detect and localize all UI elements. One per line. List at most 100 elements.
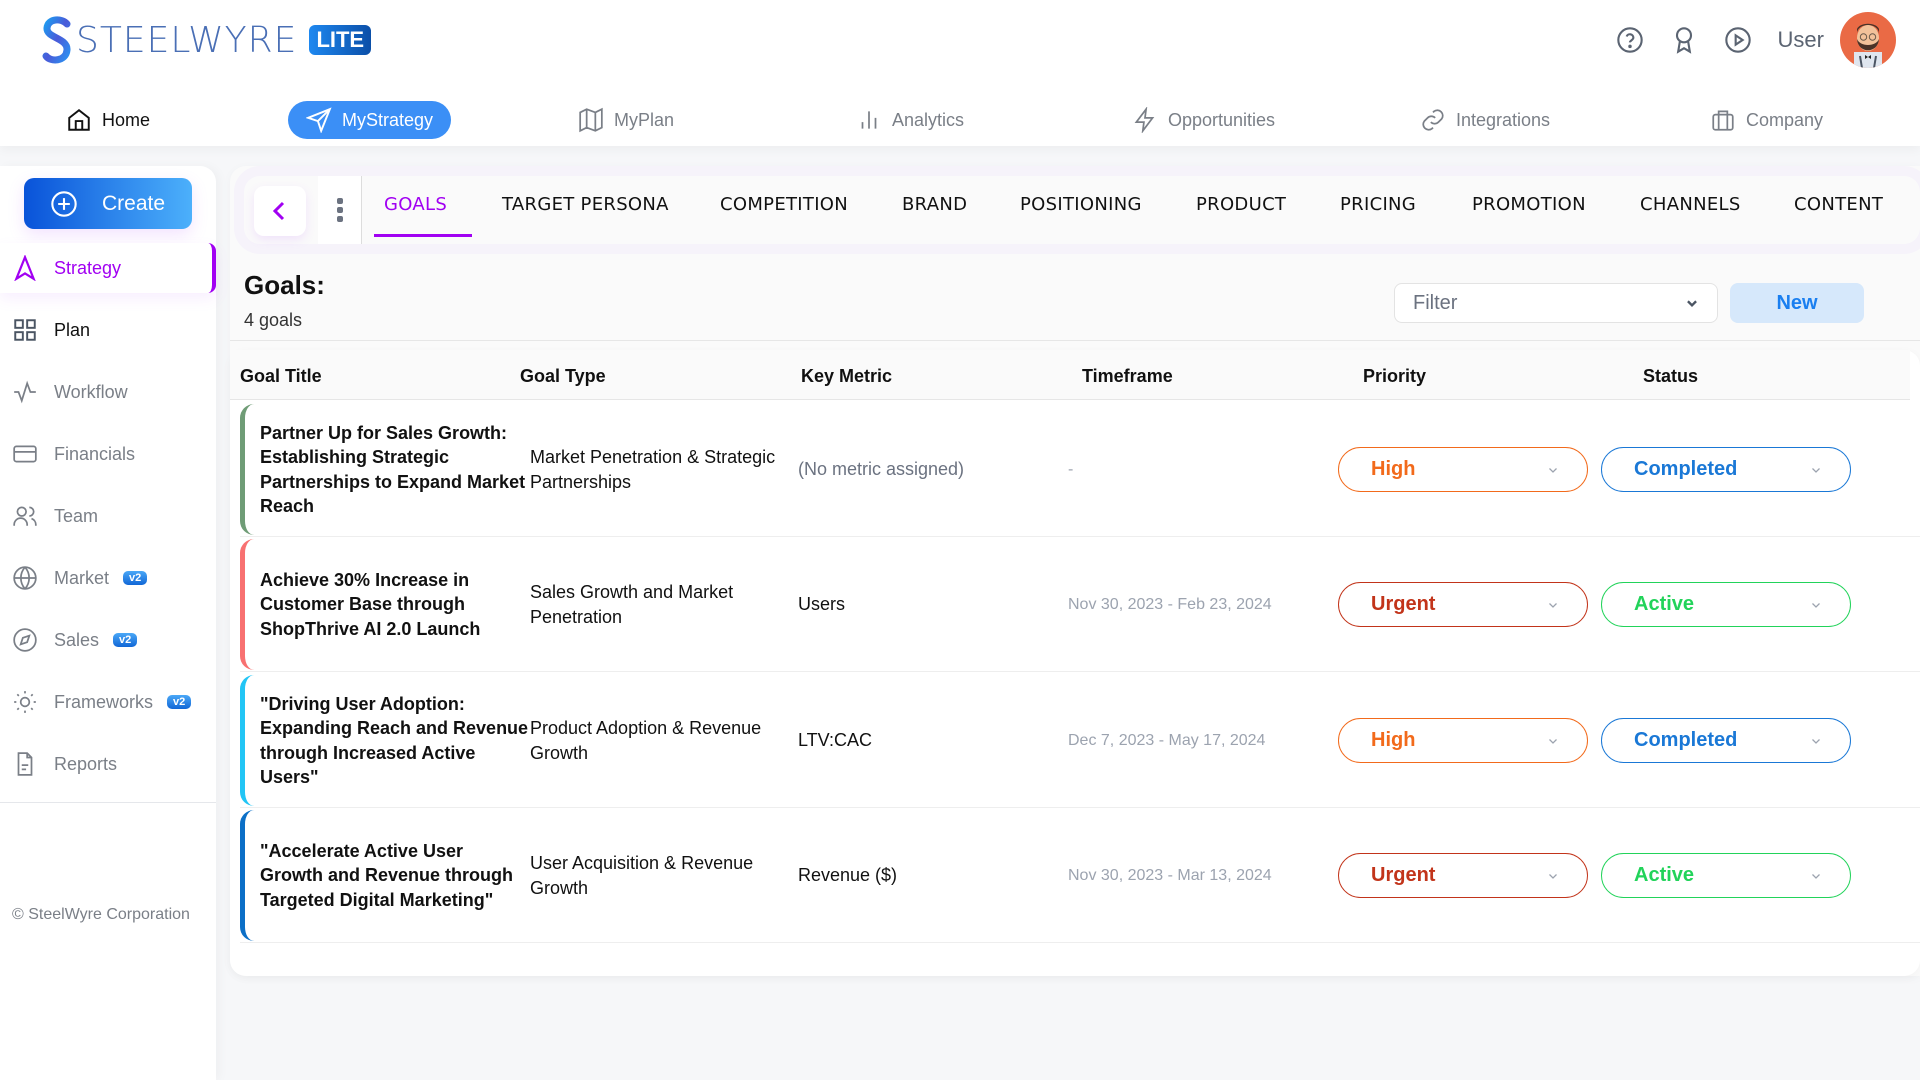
sidebar-item-strategy[interactable]: Strategy — [0, 243, 216, 293]
award-icon[interactable] — [1670, 26, 1698, 54]
create-button[interactable]: Create — [24, 178, 192, 229]
key-metric: (No metric assigned) — [798, 459, 965, 479]
brand-logo[interactable]: STEELWYRE LITE — [42, 16, 372, 64]
sidebar-item-reports[interactable]: Reports — [0, 739, 216, 789]
tab-brand[interactable]: BRAND — [902, 194, 967, 215]
goal-title[interactable]: Partner Up for Sales Growth: Establishin… — [260, 421, 530, 519]
back-button[interactable] — [254, 186, 306, 236]
activity-icon — [14, 380, 36, 404]
status-select[interactable]: Completed — [1601, 447, 1851, 492]
header-actions: User — [1616, 12, 1896, 68]
chevron-down-icon — [1547, 599, 1559, 611]
status-select[interactable]: Active — [1601, 582, 1851, 627]
status-select[interactable]: Completed — [1601, 718, 1851, 763]
tab-channels[interactable]: CHANNELS — [1640, 194, 1741, 215]
priority-value: Urgent — [1371, 593, 1436, 615]
nav-mystrategy[interactable]: MyStrategy — [288, 101, 452, 139]
nav-opportunities[interactable]: Opportunities — [1114, 101, 1293, 139]
file-icon — [17, 752, 33, 776]
tab-competition[interactable]: COMPETITION — [720, 194, 848, 215]
key-metric: Revenue ($) — [798, 865, 898, 885]
sidebar-item-label: Workflow — [54, 381, 128, 402]
chevron-down-icon — [1547, 870, 1559, 882]
goal-title[interactable]: "Accelerate Active User Growth and Reven… — [260, 839, 530, 913]
tab-promotion[interactable]: PROMOTION — [1472, 194, 1586, 215]
nav-integrations[interactable]: Integrations — [1402, 101, 1568, 139]
tab-product[interactable]: PRODUCT — [1196, 194, 1286, 215]
chevron-down-icon — [1810, 464, 1822, 476]
sidebar-item-sales[interactable]: Sales v2 — [0, 615, 216, 665]
col-goal-title[interactable]: Goal Title — [240, 366, 322, 387]
play-icon[interactable] — [1724, 26, 1752, 54]
v2-badge: v2 — [123, 571, 148, 585]
goal-type: Market Penetration & Strategic Partnersh… — [530, 447, 776, 492]
tab-content[interactable]: CONTENT — [1794, 194, 1883, 215]
priority-value: High — [1371, 729, 1416, 751]
goal-title[interactable]: "Driving User Adoption: Expanding Reach … — [260, 692, 530, 790]
goal-type: Product Adoption & Revenue Growth — [530, 718, 762, 763]
priority-select[interactable]: High — [1338, 447, 1588, 492]
user-name[interactable]: User — [1778, 27, 1824, 53]
sidebar-item-label: Frameworks — [54, 691, 154, 712]
sidebar-item-label: Financials — [54, 443, 136, 464]
col-timeframe[interactable]: Timeframe — [1082, 366, 1173, 387]
chevron-down-icon — [1547, 464, 1559, 476]
table-row[interactable]: Achieve 30% Increase in Customer Base th… — [240, 537, 1920, 672]
priority-select[interactable]: Urgent — [1338, 853, 1588, 898]
brand-name: STEELWYRE — [76, 19, 298, 61]
more-menu-button[interactable] — [318, 176, 362, 244]
status-value: Completed — [1634, 458, 1738, 480]
status-value: Completed — [1634, 729, 1738, 751]
tab-pricing[interactable]: PRICING — [1340, 194, 1416, 215]
sun-icon — [14, 691, 36, 713]
tab-positioning[interactable]: POSITIONING — [1020, 194, 1142, 215]
credit-card-icon — [13, 445, 37, 463]
chevron-down-icon — [1810, 870, 1822, 882]
filter-placeholder: Filter — [1413, 291, 1458, 314]
nav-myplan[interactable]: MyPlan — [560, 101, 692, 139]
new-goal-button[interactable]: New — [1730, 283, 1864, 323]
timeframe: Nov 30, 2023 - Mar 13, 2024 — [1068, 867, 1272, 884]
help-icon[interactable] — [1616, 26, 1644, 54]
sidebar-item-label: Plan — [54, 319, 91, 340]
status-select[interactable]: Active — [1601, 853, 1851, 898]
sidebar-item-plan[interactable]: Plan — [0, 305, 216, 355]
col-priority[interactable]: Priority — [1363, 366, 1426, 387]
table-row[interactable]: "Driving User Adoption: Expanding Reach … — [240, 673, 1920, 808]
row-accent — [240, 404, 254, 535]
priority-select[interactable]: Urgent — [1338, 582, 1588, 627]
page-title: Goals: — [244, 270, 325, 300]
timeframe: Dec 7, 2023 - May 17, 2024 — [1068, 732, 1266, 749]
nav-label: Opportunities — [1168, 109, 1276, 130]
col-status[interactable]: Status — [1643, 366, 1698, 387]
sidebar-item-financials[interactable]: Financials — [0, 429, 216, 479]
tab-target-persona[interactable]: TARGET PERSONA — [502, 194, 669, 215]
table-row[interactable]: Partner Up for Sales Growth: Establishin… — [240, 402, 1920, 537]
col-key-metric[interactable]: Key Metric — [801, 366, 892, 387]
goals-table: Goal Title Goal Type Key Metric Timefram… — [230, 350, 1920, 976]
chevron-down-icon — [1687, 300, 1697, 307]
plus-circle-icon — [51, 190, 77, 217]
chevron-down-icon — [1547, 735, 1559, 747]
nav-label: Analytics — [892, 109, 965, 130]
briefcase-icon — [1712, 110, 1734, 131]
sidebar-item-frameworks[interactable]: Frameworks v2 — [0, 677, 216, 727]
table-row[interactable]: "Accelerate Active User Growth and Reven… — [240, 808, 1920, 943]
nav-home[interactable]: Home — [48, 101, 168, 139]
priority-select[interactable]: High — [1338, 718, 1588, 763]
goal-title[interactable]: Achieve 30% Increase in Customer Base th… — [260, 568, 530, 642]
avatar[interactable] — [1840, 12, 1896, 68]
nav-company[interactable]: Company — [1692, 101, 1841, 139]
key-metric: LTV:CAC — [798, 730, 873, 750]
sidebar-item-workflow[interactable]: Workflow — [0, 367, 216, 417]
col-goal-type[interactable]: Goal Type — [520, 366, 606, 387]
priority-value: Urgent — [1371, 864, 1436, 886]
sidebar-divider — [0, 802, 216, 803]
timeframe: Nov 30, 2023 - Feb 23, 2024 — [1068, 596, 1272, 613]
sidebar-item-market[interactable]: Market v2 — [0, 553, 216, 603]
nav-analytics[interactable]: Analytics — [838, 101, 982, 139]
sidebar-item-team[interactable]: Team — [0, 491, 216, 541]
sidebar-item-label: Team — [54, 505, 99, 526]
filter-select[interactable]: Filter — [1394, 283, 1718, 323]
tab-goals[interactable]: GOALS — [384, 194, 447, 215]
